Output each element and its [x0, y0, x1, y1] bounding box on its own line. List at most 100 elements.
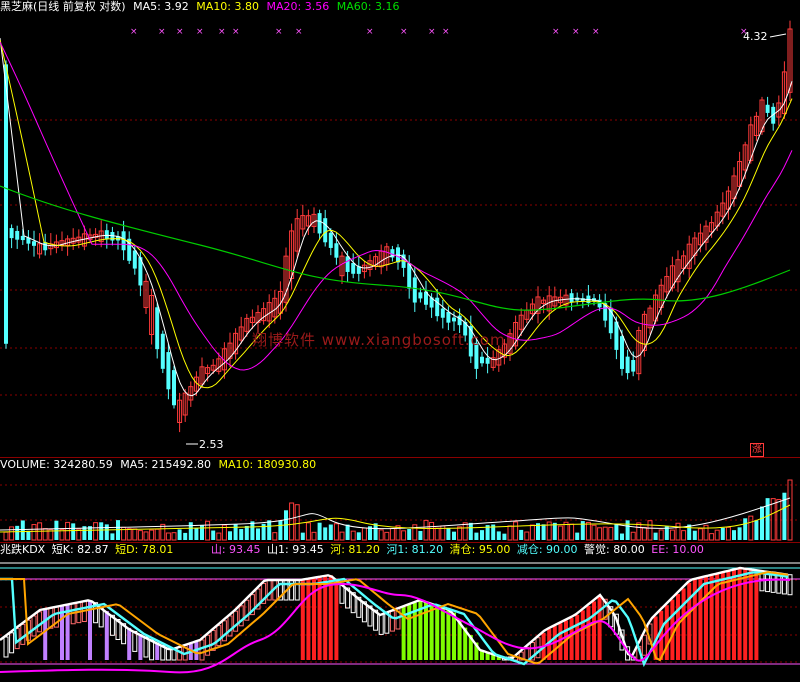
volume-bar-up — [725, 526, 731, 541]
volume-bar-down — [239, 529, 244, 540]
kdx-bar — [389, 610, 395, 632]
volume-bar-down — [552, 522, 557, 540]
volume-bar-up — [524, 531, 530, 541]
volume-bar-up — [591, 524, 597, 541]
volume-bar-up — [647, 520, 653, 541]
kdx-bar — [378, 613, 384, 635]
volume-bar-up — [65, 521, 71, 541]
volume-bar-down — [15, 525, 20, 540]
kdx-name[interactable]: 兆跌KDX — [0, 543, 45, 556]
kdx-bar — [37, 611, 43, 633]
kdx-bar — [138, 634, 143, 660]
volume-bar-up — [272, 532, 278, 541]
ma20-line — [0, 41, 793, 371]
volume-bar-up — [42, 528, 48, 541]
volume-bar-down — [732, 530, 736, 540]
signal-mark: × — [232, 27, 240, 37]
volume-bar-down — [323, 527, 328, 540]
volume-bar-down — [737, 527, 742, 540]
watermark: 翔博软件 www.xiangbosoft.com — [252, 331, 506, 349]
candle-down — [9, 228, 14, 239]
volume-bar-up — [529, 524, 535, 541]
kdx-bar — [3, 636, 9, 658]
candle-down — [155, 307, 160, 350]
kdx-bar — [704, 576, 708, 660]
signal-mark: × — [592, 27, 600, 37]
kdx-shan: 山: 93.45 — [210, 543, 261, 556]
volume-bar-up — [149, 529, 155, 541]
volume-bar-up — [429, 521, 435, 541]
volume-bar-down — [278, 520, 283, 540]
kdx-bar — [569, 617, 574, 660]
kdx-bar — [586, 605, 591, 660]
volume-bar-down — [228, 531, 232, 540]
kdx-bar — [334, 578, 339, 660]
volume-bar-down — [211, 530, 216, 540]
candle-down — [351, 263, 356, 274]
signal-mark: × — [366, 27, 374, 37]
volume-bar-down — [71, 523, 76, 540]
kdx-bar — [199, 639, 205, 661]
volume-bar-up — [171, 532, 177, 541]
volume-bar-down — [614, 523, 619, 540]
candle-down — [121, 231, 126, 251]
kdx-shan1: 山1: 93.45 — [267, 543, 324, 556]
kdx-he: 河: 81.20 — [330, 543, 380, 556]
kdx-bar — [732, 569, 736, 660]
candle-down — [569, 293, 574, 303]
candle-down — [4, 64, 8, 344]
candle-down — [20, 235, 25, 241]
volume-bar-down — [474, 532, 479, 540]
candle-down — [435, 297, 440, 317]
volume-bar-down — [519, 529, 524, 540]
kdx-bar — [575, 614, 580, 660]
price-high-label: 4.32 — [743, 30, 768, 43]
signal-mark: × — [218, 27, 226, 37]
candle-down — [625, 356, 630, 374]
volume-bar-down — [625, 520, 630, 540]
volume-bar-up — [339, 531, 345, 541]
candle-down — [345, 256, 350, 272]
candle-down — [132, 250, 137, 269]
signal-mark: × — [295, 27, 303, 37]
volume-bar-up — [294, 504, 300, 541]
volume-bar-down — [328, 524, 333, 540]
volume-bar-down — [177, 529, 182, 540]
volume-bar-down — [194, 528, 199, 540]
volume-bar-up — [31, 524, 37, 541]
volume-bar-up — [608, 526, 614, 541]
kdx-bar — [580, 610, 585, 660]
kdx-bar — [20, 623, 26, 645]
volume-bar-up — [507, 525, 513, 541]
volume-bar-down — [233, 524, 238, 540]
kdx-bar — [687, 582, 692, 660]
volume-bar-down — [496, 531, 501, 540]
volume-bar-up — [787, 479, 793, 541]
volume-bar-up — [697, 528, 703, 541]
volume-bar-down — [575, 532, 580, 540]
candle-down — [172, 370, 176, 406]
kdx-bar — [43, 609, 48, 660]
volume-ma10: MA10: 180930.80 — [218, 458, 317, 471]
volume-bar-down — [256, 528, 260, 540]
candle-down — [480, 356, 484, 364]
volume-bars — [3, 479, 793, 541]
volume-bar-down — [446, 527, 451, 540]
volume-bar-up — [457, 526, 463, 541]
rise-badge[interactable]: 涨 — [750, 443, 764, 457]
volume-bar-down — [452, 531, 456, 540]
candle-down — [765, 104, 770, 113]
main-candles — [4, 20, 793, 433]
volume-bar-up — [709, 533, 715, 541]
kdx-bar — [440, 606, 445, 660]
candle-down — [166, 352, 171, 390]
volume-bar-down — [407, 529, 412, 540]
signal-mark: × — [158, 27, 166, 37]
volume-value: VOLUME: 324280.59 — [0, 458, 113, 471]
volume-bar-down — [250, 521, 255, 540]
kdx-bar — [266, 579, 272, 601]
volume-bar-up — [703, 524, 709, 541]
kdx-bar — [754, 570, 759, 660]
kdx-ee: EE: 10.00 — [651, 543, 704, 556]
signal-mark: × — [428, 27, 436, 37]
